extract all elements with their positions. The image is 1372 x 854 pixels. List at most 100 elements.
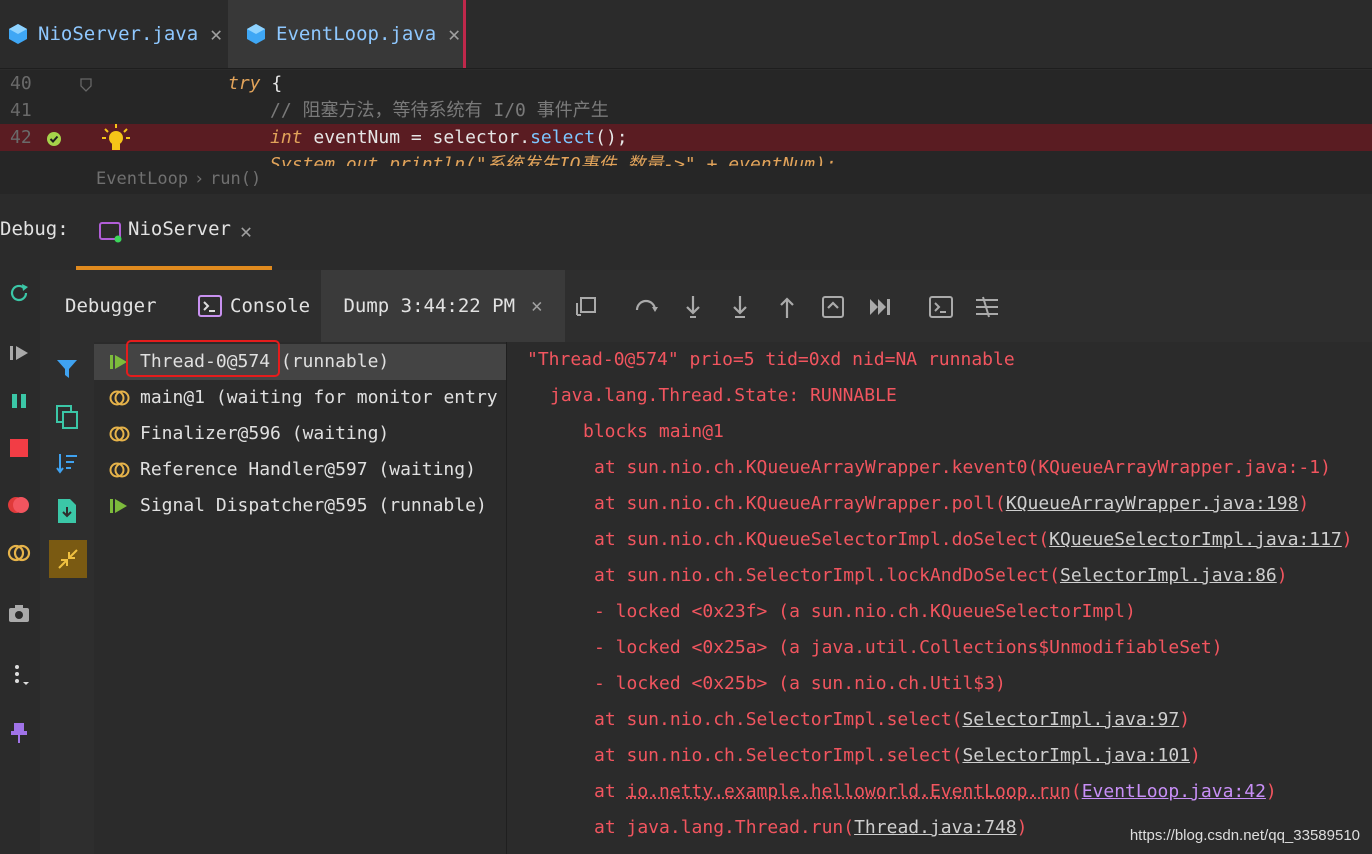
editor-tab-bar: NioServer.java ✕ EventLoop.java ✕ bbox=[0, 0, 1372, 69]
thread-list[interactable]: Thread-0@574 (runnable) main@1 (waiting … bbox=[94, 342, 507, 854]
pause-icon[interactable] bbox=[4, 386, 34, 416]
code-editor[interactable]: 40 try {41// 阻塞方法，等待系统有 I/0 事件产生 42 int eve… bbox=[0, 70, 1372, 166]
frame-text: ) bbox=[1016, 817, 1028, 838]
filter-icon[interactable] bbox=[52, 354, 82, 384]
close-icon[interactable]: ✕ bbox=[531, 295, 542, 317]
evaluate-expression-icon[interactable] bbox=[928, 294, 954, 320]
line-number[interactable]: 42 bbox=[10, 124, 32, 151]
frame-text: ) bbox=[1341, 529, 1353, 550]
thread-name: main@1 bbox=[140, 387, 206, 408]
frame-text: at sun.nio.ch.SelectorImpl.lockAndDoSele… bbox=[594, 565, 1060, 586]
debug-tool-header: Debug: NioServer ✕ bbox=[0, 196, 1372, 270]
editor-tab-nioserver[interactable]: NioServer.java ✕ bbox=[6, 0, 226, 68]
frame-method[interactable]: io.netty.example.helloworld.EventLoop.ru… bbox=[627, 781, 1071, 802]
thread-state: (runnable) bbox=[270, 351, 390, 372]
view-breakpoints-icon[interactable] bbox=[4, 490, 34, 520]
frame-text: at java.lang.Thread.run( bbox=[594, 817, 855, 838]
sort-icon[interactable] bbox=[52, 448, 82, 478]
thread-state: (waiting for monitor entry bbox=[205, 387, 498, 408]
watermark: https://blog.csdn.net/qq_33589510 bbox=[1129, 827, 1360, 844]
collapse-icon[interactable] bbox=[49, 540, 87, 578]
trace-settings-icon[interactable] bbox=[974, 294, 1000, 320]
waiting-thread-icon bbox=[109, 462, 130, 478]
thread-row[interactable]: Reference Handler@597 (waiting) bbox=[94, 452, 506, 488]
frame-text: ) bbox=[1190, 745, 1201, 766]
code-line[interactable]: System.out.println("系统发生IO事件 数量->" + eve… bbox=[0, 151, 1372, 166]
debugger-tab-bar: Debugger Console Dump 3:44:22 PM ✕ bbox=[40, 270, 1372, 343]
breakpoint-check-icon[interactable] bbox=[46, 131, 62, 147]
source-link[interactable]: KQueueArrayWrapper.java:198 bbox=[1006, 493, 1299, 514]
frame-text: ) bbox=[1298, 493, 1310, 514]
tab-dump[interactable]: Dump 3:44:22 PM ✕ bbox=[321, 270, 565, 342]
source-link[interactable]: Thread.java:748 bbox=[854, 817, 1017, 838]
stack-frame: at sun.nio.ch.KQueueArrayWrapper.kevent0… bbox=[594, 453, 1331, 483]
frame-text: ) bbox=[1276, 565, 1288, 586]
lock-line: - locked <0x25b> (a sun.nio.ch.Util$3) bbox=[594, 669, 1006, 699]
thread-state: (runnable) bbox=[367, 495, 487, 516]
copy-icon[interactable] bbox=[52, 402, 82, 432]
source-link[interactable]: SelectorImpl.java:86 bbox=[1060, 565, 1277, 586]
code-line[interactable]: 40 try { bbox=[0, 70, 1372, 97]
source-link[interactable]: EventLoop.java:42 bbox=[1082, 781, 1266, 802]
thread-row[interactable]: main@1 (waiting for monitor entry bbox=[94, 380, 506, 416]
export-icon[interactable] bbox=[52, 496, 82, 526]
step-over-icon[interactable] bbox=[634, 294, 660, 320]
editor-tab-label: EventLoop.java bbox=[276, 23, 437, 45]
code-token: System.out.println("系统发生IO事件 数量->" + eve… bbox=[270, 154, 837, 166]
editor-tab-label: NioServer.java bbox=[38, 23, 199, 45]
code-line[interactable]: 41 // 阻塞方法，等待系统有 I/0 事件产生 bbox=[0, 97, 1372, 124]
stack-frame: at sun.nio.ch.SelectorImpl.select(Select… bbox=[594, 741, 1201, 771]
tab-console[interactable]: Console bbox=[198, 270, 310, 342]
frame-text: at sun.nio.ch.KQueueSelectorImpl.doSelec… bbox=[594, 529, 1050, 550]
tab-debugger[interactable]: Debugger bbox=[65, 270, 157, 342]
pin-icon[interactable] bbox=[4, 718, 34, 748]
rerun-icon[interactable] bbox=[4, 278, 34, 308]
stack-frame: at java.lang.Thread.run(Thread.java:748) bbox=[594, 813, 1028, 843]
camera-icon[interactable] bbox=[4, 598, 34, 628]
step-out-icon[interactable] bbox=[774, 294, 800, 320]
tab-debugger-label: Debugger bbox=[65, 295, 157, 317]
frame-text: at sun.nio.ch.KQueueArrayWrapper.poll( bbox=[594, 493, 1006, 514]
close-icon[interactable]: ✕ bbox=[448, 22, 460, 46]
thread-name: Finalizer@596 bbox=[140, 423, 281, 444]
breadcrumb-class[interactable]: EventLoop bbox=[96, 169, 188, 189]
code-token: // 阻塞方法，等待系统有 bbox=[270, 100, 494, 121]
line-number[interactable]: 41 bbox=[10, 97, 32, 124]
console-icon bbox=[198, 295, 222, 317]
stack-frame: at sun.nio.ch.SelectorImpl.lockAndDoSele… bbox=[594, 561, 1288, 591]
more-options-icon[interactable] bbox=[4, 660, 34, 690]
breadcrumb-method[interactable]: run() bbox=[210, 169, 261, 189]
step-into-icon[interactable] bbox=[680, 294, 706, 320]
close-icon[interactable]: ✕ bbox=[240, 219, 252, 243]
close-icon[interactable]: ✕ bbox=[210, 22, 222, 46]
source-link[interactable]: SelectorImpl.java:97 bbox=[962, 709, 1179, 730]
fold-icon[interactable] bbox=[80, 78, 92, 92]
code-token: eventNum = selector. bbox=[302, 127, 531, 148]
debug-session-tab[interactable]: NioServer ✕ bbox=[76, 196, 272, 270]
frame-open: ( bbox=[1070, 781, 1082, 802]
resume-icon[interactable] bbox=[4, 338, 34, 368]
debug-session-label: NioServer bbox=[128, 218, 231, 240]
source-link[interactable]: SelectorImpl.java:101 bbox=[962, 745, 1190, 766]
code-line[interactable]: 42 int eventNum = selector.select(); bbox=[0, 124, 1372, 151]
source-link[interactable]: KQueueSelectorImpl.java:117 bbox=[1049, 529, 1342, 550]
thread-row[interactable]: Signal Dispatcher@595 (runnable) bbox=[94, 488, 506, 524]
breadcrumb-separator: › bbox=[194, 169, 205, 189]
show-execution-point-icon[interactable] bbox=[573, 294, 599, 320]
force-step-into-icon[interactable] bbox=[727, 294, 753, 320]
frame-text: - locked <0x23f> (a sun.nio.ch.KQueueSel… bbox=[594, 601, 1136, 622]
code-token: select bbox=[530, 127, 596, 148]
code-token: I/0 bbox=[493, 100, 526, 121]
run-to-cursor-icon[interactable] bbox=[867, 294, 893, 320]
thread-row[interactable]: Finalizer@596 (waiting) bbox=[94, 416, 506, 452]
drop-frame-icon[interactable] bbox=[820, 294, 846, 320]
stop-icon[interactable] bbox=[4, 433, 34, 463]
editor-tab-eventloop[interactable]: EventLoop.java ✕ bbox=[228, 0, 466, 68]
lightbulb-icon[interactable] bbox=[101, 123, 131, 153]
debug-session-icon bbox=[99, 222, 122, 243]
dump-header: "Thread-0@574" prio=5 tid=0xd nid=NA run… bbox=[527, 349, 1015, 370]
thread-dump-output[interactable]: "Thread-0@574" prio=5 tid=0xd nid=NA run… bbox=[507, 342, 1372, 854]
mute-breakpoints-icon[interactable] bbox=[4, 538, 34, 568]
line-number[interactable]: 40 bbox=[10, 70, 32, 97]
code-token: (); bbox=[595, 127, 628, 148]
